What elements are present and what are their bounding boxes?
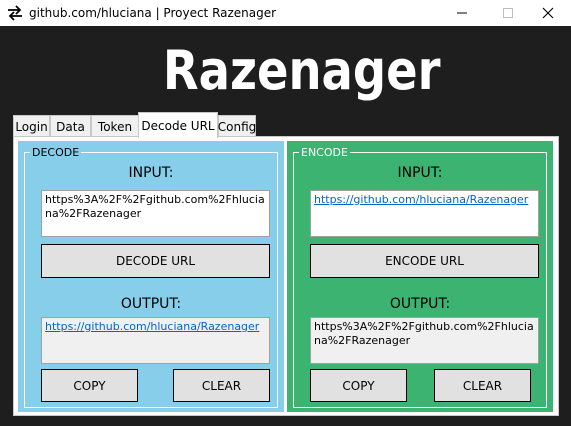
decode-url-button[interactable]: DECODE URL	[41, 244, 270, 278]
encode-input-field[interactable]: https://github.com/hluciana/Razenager	[310, 190, 539, 237]
decode-group: DECODE INPUT: https%3A%2F%2Fgithub.com%2…	[18, 141, 284, 412]
tab-token[interactable]: Token	[91, 115, 139, 137]
encode-input-link[interactable]: https://github.com/hluciana/Razenager	[314, 193, 528, 206]
tab-config[interactable]: Config	[218, 115, 256, 137]
minimize-icon	[457, 8, 467, 18]
maximize-icon	[503, 8, 513, 18]
decode-legend: DECODE	[30, 146, 82, 159]
decode-output-field[interactable]: https://github.com/hluciana/Razenager	[41, 317, 270, 364]
app-title: Razenager	[162, 39, 441, 102]
minimize-button[interactable]	[439, 0, 485, 26]
encode-output-field[interactable]: https%3A%2F%2Fgithub.com%2Fhluciana%2FRa…	[310, 317, 539, 364]
decode-input-label: INPUT:	[128, 165, 174, 181]
decode-url-panel: DECODE INPUT: https%3A%2F%2Fgithub.com%2…	[13, 136, 559, 416]
decode-input-field[interactable]: https%3A%2F%2Fgithub.com%2Fhluciana%2FRa…	[41, 190, 270, 237]
encode-group: ENCODE INPUT: https://github.com/hlucian…	[287, 141, 553, 412]
encode-clear-button[interactable]: CLEAR	[434, 369, 531, 402]
swap-arrows-icon	[6, 4, 24, 22]
close-button[interactable]	[525, 0, 571, 26]
window-title: github.com/hluciana | Proyect Razenager	[29, 6, 277, 20]
encode-output-label: OUTPUT:	[389, 296, 451, 312]
tab-login[interactable]: Login	[13, 115, 50, 137]
decode-output-link[interactable]: https://github.com/hluciana/Razenager	[45, 320, 259, 333]
decode-copy-button[interactable]: COPY	[41, 369, 138, 402]
encode-legend: ENCODE	[299, 146, 350, 159]
tab-data[interactable]: Data	[50, 115, 91, 137]
decode-output-label: OUTPUT:	[120, 296, 182, 312]
encode-url-button[interactable]: ENCODE URL	[310, 244, 539, 278]
encode-copy-button[interactable]: COPY	[310, 369, 407, 402]
close-icon	[542, 7, 554, 19]
decode-clear-button[interactable]: CLEAR	[173, 369, 270, 402]
tab-decode-url[interactable]: Decode URL	[138, 112, 218, 138]
encode-input-label: INPUT:	[397, 165, 443, 181]
window-titlebar[interactable]: github.com/hluciana | Proyect Razenager	[0, 0, 571, 26]
